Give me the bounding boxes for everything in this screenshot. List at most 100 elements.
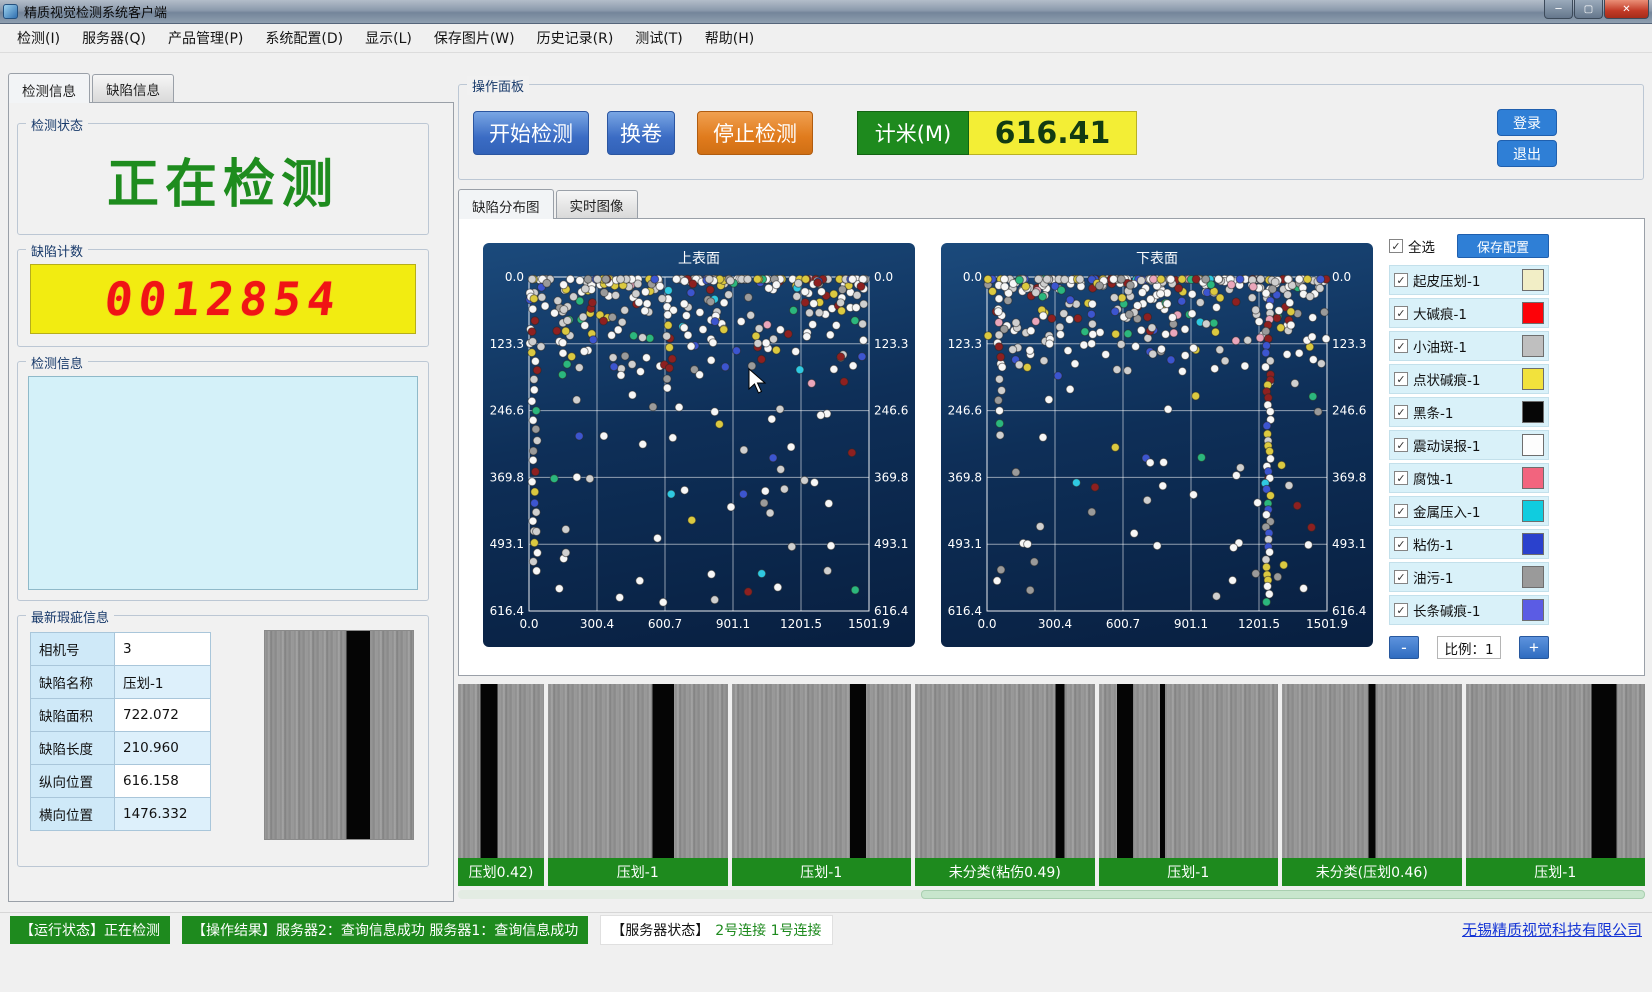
svg-text:1201.5: 1201.5 [780, 617, 822, 631]
scrollbar-thumb[interactable] [921, 890, 1645, 899]
legend-item-4[interactable]: ✓ 黑条-1 [1389, 397, 1549, 427]
svg-text:616.4: 616.4 [490, 604, 524, 618]
checkbox-icon[interactable]: ✓ [1394, 405, 1408, 419]
svg-text:246.6: 246.6 [874, 404, 908, 418]
scatter-chart-upper-surface[interactable]: 上表面0.0300.4600.7901.11201.51501.90.00.01… [483, 243, 915, 647]
svg-text:901.1: 901.1 [1174, 617, 1208, 631]
left-tab-1[interactable]: 缺陷信息 [92, 74, 174, 102]
svg-text:369.8: 369.8 [874, 470, 908, 484]
legend-item-8[interactable]: ✓ 粘伤-1 [1389, 529, 1549, 559]
change-roll-button[interactable]: 换卷 [607, 111, 675, 155]
checkbox-icon[interactable]: ✓ [1394, 273, 1408, 287]
defect-thumbnail-2[interactable]: 压划-1 [732, 684, 912, 886]
defect-thumbnail-label: 未分类(压划0.46) [1282, 858, 1462, 886]
checkbox-icon: ✓ [1389, 239, 1403, 253]
menu-item-2[interactable]: 产品管理(P) [157, 23, 254, 53]
horizontal-scrollbar[interactable] [458, 890, 1645, 899]
svg-text:616.4: 616.4 [874, 604, 908, 618]
legend-item-10[interactable]: ✓ 长条碱痕-1 [1389, 595, 1549, 625]
checkbox-icon[interactable]: ✓ [1394, 339, 1408, 353]
maximize-button[interactable]: ▢ [1574, 0, 1603, 19]
table-row: 纵向位置 616.158 [31, 765, 211, 798]
row-value: 压划-1 [115, 666, 211, 699]
svg-text:600.7: 600.7 [1106, 617, 1140, 631]
svg-text:1501.9: 1501.9 [1306, 617, 1348, 631]
legend-item-2[interactable]: ✓ 小油斑-1 [1389, 331, 1549, 361]
legend-item-9[interactable]: ✓ 油污-1 [1389, 562, 1549, 592]
detection-status-value: 正在检测 [18, 142, 428, 217]
save-config-button[interactable]: 保存配置 [1457, 234, 1549, 258]
operation-result-badge: 【操作结果】服务器2：查询信息成功 服务器1：查询信息成功 [182, 916, 588, 944]
row-label: 缺陷长度 [31, 732, 115, 765]
company-link[interactable]: 无锡精质视觉科技有限公司 [1462, 919, 1642, 940]
legend-label: 黑条-1 [1413, 402, 1517, 422]
zoom-out-button[interactable]: - [1389, 636, 1419, 659]
view-tab-0[interactable]: 缺陷分布图 [458, 189, 554, 219]
scatter-chart-lower-surface[interactable]: 下表面0.0300.4600.7901.11201.51501.90.00.01… [941, 243, 1373, 647]
operation-panel: 操作面板 开始检测 换卷 停止检测 计米(M) 616.41 登录 退出 [458, 84, 1644, 180]
defect-thumbnail-strip: 压划0.42) 压划-1 压划-1 未分类(粘伤0.49) 压划-1 未分类(压… [458, 684, 1645, 886]
defect-image [732, 684, 912, 858]
defect-thumbnail-4[interactable]: 压划-1 [1099, 684, 1279, 886]
svg-text:0.0: 0.0 [874, 270, 893, 284]
color-swatch [1522, 335, 1544, 357]
checkbox-icon[interactable]: ✓ [1394, 471, 1408, 485]
defect-thumbnail-3[interactable]: 未分类(粘伤0.49) [915, 684, 1095, 886]
color-swatch [1522, 269, 1544, 291]
defect-thumbnail-5[interactable]: 未分类(压划0.46) [1282, 684, 1462, 886]
scale-controls: - 比例：1 + [1389, 636, 1549, 659]
defect-thumbnail-0[interactable]: 压划0.42) [458, 684, 544, 886]
menu-item-0[interactable]: 检测(I) [6, 23, 71, 53]
menu-item-6[interactable]: 历史记录(R) [526, 23, 625, 53]
legend-item-0[interactable]: ✓ 起皮压划-1 [1389, 265, 1549, 295]
defect-image [1099, 684, 1279, 858]
checkbox-icon[interactable]: ✓ [1394, 438, 1408, 452]
row-label: 缺陷面积 [31, 699, 115, 732]
checkbox-icon[interactable]: ✓ [1394, 570, 1408, 584]
legend-item-1[interactable]: ✓ 大碱痕-1 [1389, 298, 1549, 328]
svg-text:369.8: 369.8 [948, 470, 982, 484]
close-button[interactable]: ✕ [1604, 0, 1649, 19]
start-detection-button[interactable]: 开始检测 [473, 111, 589, 155]
left-panel-page: 检测状态 正在检测 缺陷计数 0012854 检测信息 最新瑕疵信息 相机号 3… [8, 102, 454, 902]
exit-button[interactable]: 退出 [1497, 140, 1557, 167]
legend-item-3[interactable]: ✓ 点状碱痕-1 [1389, 364, 1549, 394]
svg-text:0.0: 0.0 [505, 270, 524, 284]
checkbox-icon[interactable]: ✓ [1394, 306, 1408, 320]
color-swatch [1522, 368, 1544, 390]
legend-label: 长条碱痕-1 [1413, 600, 1517, 620]
login-button[interactable]: 登录 [1497, 109, 1557, 136]
menu-item-4[interactable]: 显示(L) [354, 23, 423, 53]
legend-item-6[interactable]: ✓ 腐蚀-1 [1389, 463, 1549, 493]
menu-item-3[interactable]: 系统配置(D) [254, 23, 354, 53]
menu-item-5[interactable]: 保存图片(W) [423, 23, 526, 53]
legend-label: 腐蚀-1 [1413, 468, 1517, 488]
checkbox-icon[interactable]: ✓ [1394, 603, 1408, 617]
select-all-checkbox[interactable]: ✓ 全选 [1389, 236, 1435, 256]
checkbox-icon[interactable]: ✓ [1394, 537, 1408, 551]
zoom-in-button[interactable]: + [1519, 636, 1549, 659]
defect-thumbnail-label: 压划-1 [1099, 858, 1279, 886]
latest-defect-group: 最新瑕疵信息 相机号 3 缺陷名称 压划-1 缺陷面积 722.072 缺陷长度… [17, 615, 429, 867]
checkbox-icon[interactable]: ✓ [1394, 504, 1408, 518]
minimize-button[interactable]: ─ [1544, 0, 1573, 19]
scale-label: 比例：1 [1437, 636, 1501, 659]
row-label: 纵向位置 [31, 765, 115, 798]
left-tab-0[interactable]: 检测信息 [8, 73, 90, 103]
legend-item-7[interactable]: ✓ 金属压入-1 [1389, 496, 1549, 526]
row-label: 缺陷名称 [31, 666, 115, 699]
svg-text:123.3: 123.3 [490, 337, 524, 351]
menu-item-1[interactable]: 服务器(Q) [71, 23, 157, 53]
view-tab-1[interactable]: 实时图像 [556, 190, 638, 218]
defect-thumbnail-6[interactable]: 压划-1 [1466, 684, 1646, 886]
menu-item-7[interactable]: 测试(T) [624, 23, 693, 53]
detection-info-textarea[interactable] [28, 376, 418, 590]
legend-item-5[interactable]: ✓ 震动误报-1 [1389, 430, 1549, 460]
server-state-label: 【服务器状态】 [611, 923, 709, 939]
stop-detection-button[interactable]: 停止检测 [697, 111, 813, 155]
menu-item-8[interactable]: 帮助(H) [694, 23, 765, 53]
checkbox-icon[interactable]: ✓ [1394, 372, 1408, 386]
group-title-detection-status: 检测状态 [26, 115, 88, 134]
defect-thumbnail-1[interactable]: 压划-1 [548, 684, 728, 886]
defect-image [458, 684, 544, 858]
